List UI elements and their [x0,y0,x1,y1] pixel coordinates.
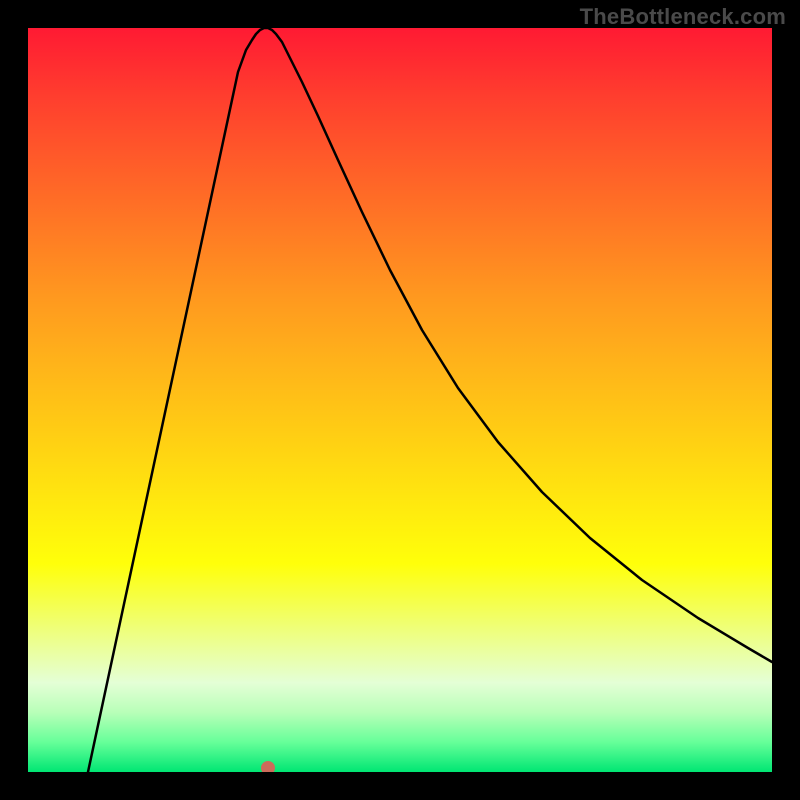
chart-svg [28,28,772,772]
chart-frame: TheBottleneck.com [0,0,800,800]
watermark-text: TheBottleneck.com [580,4,786,30]
bottleneck-curve [88,28,772,772]
min-marker-dot [261,761,275,772]
plot-area [28,28,772,772]
